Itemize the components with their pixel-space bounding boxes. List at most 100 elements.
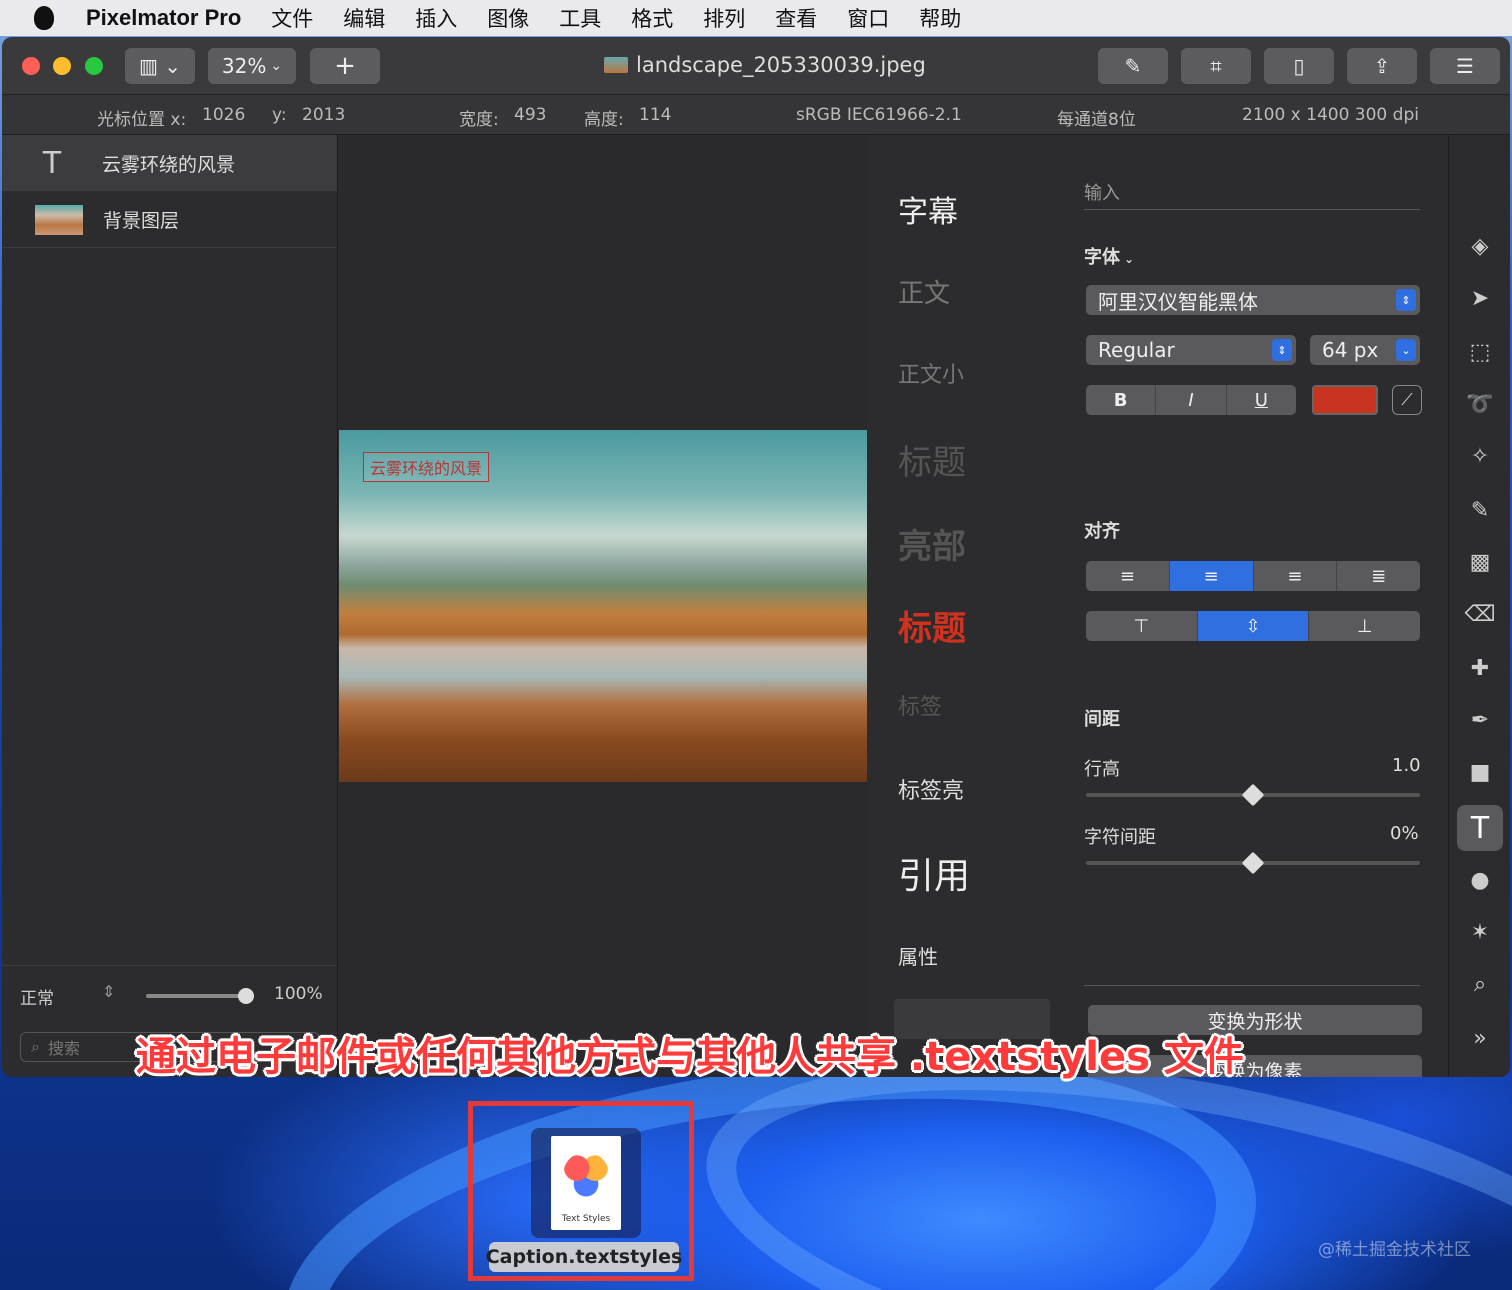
chevron-down-icon: ⌄ <box>270 58 283 74</box>
menu-format[interactable]: 格式 <box>631 3 673 33</box>
font-size-select[interactable]: 64 px ⌄ <box>1310 335 1420 365</box>
font-family-select[interactable]: 阿里汉仪智能黑体 ⇕ <box>1086 285 1420 315</box>
style-subtitle[interactable]: 字幕 <box>898 187 958 231</box>
menu-file[interactable]: 文件 <box>271 3 313 33</box>
bold-button[interactable]: B <box>1086 385 1157 415</box>
canvas-area[interactable]: 云雾环绕的风景 <box>339 135 867 1077</box>
paint-bucket-icon[interactable]: ◈ <box>1465 231 1495 261</box>
line-height-slider-knob[interactable] <box>1241 783 1265 807</box>
brush-icon[interactable]: ✎ <box>1465 495 1495 525</box>
zoom-select[interactable]: 32% ⌄ <box>208 48 296 84</box>
crop-button[interactable]: ⌗ <box>1181 48 1251 84</box>
document-button[interactable]: ▯ <box>1264 48 1334 84</box>
minimize-window-button[interactable] <box>53 57 71 75</box>
menu-view[interactable]: 查看 <box>775 3 817 33</box>
font-section-label[interactable]: 字体 ⌄ <box>1084 243 1134 269</box>
arrow-icon[interactable]: ➤ <box>1465 283 1495 313</box>
line-height-label: 行高 <box>1084 759 1120 780</box>
style-tag[interactable]: 标签 <box>898 689 942 721</box>
text-input-field[interactable]: 输入 <box>1084 179 1120 205</box>
apple-icon[interactable] <box>34 6 54 30</box>
align-justify-button[interactable]: ≣ <box>1337 561 1420 591</box>
text-properties-panel: 输入 字体 ⌄ 阿里汉仪智能黑体 ⇕ Regular ⇕ 64 px ⌄ B I U ⟋… <box>1068 135 1448 1077</box>
effects-icon[interactable]: ✶ <box>1465 917 1495 947</box>
eyedropper-button[interactable]: ⟋ <box>1392 385 1422 415</box>
file-name-label[interactable]: Caption.textstyles <box>486 1242 682 1272</box>
font-style-select[interactable]: Regular ⇕ <box>1086 335 1296 365</box>
underline-button[interactable]: U <box>1227 385 1296 415</box>
stepper-icon[interactable]: ⇕ <box>102 982 115 1001</box>
menu-image[interactable]: 图像 <box>487 3 529 33</box>
char-spacing-slider-knob[interactable] <box>1241 851 1265 875</box>
share-button[interactable]: ⇪ <box>1347 48 1417 84</box>
menu-insert[interactable]: 插入 <box>415 3 457 33</box>
brush-icon: ✎ <box>1124 54 1142 78</box>
color-adjust-icon[interactable]: ● <box>1465 865 1495 895</box>
menu-tools[interactable]: 工具 <box>559 3 601 33</box>
text-styles-logo-icon <box>563 1152 609 1198</box>
style-tag-bright[interactable]: 标签亮 <box>898 773 964 805</box>
align-bottom-button[interactable]: ⊥ <box>1309 611 1420 641</box>
style-body-small[interactable]: 正文小 <box>898 357 964 389</box>
align-center-button[interactable]: ≡ <box>1169 561 1254 591</box>
italic-button[interactable]: I <box>1156 385 1227 415</box>
landscape-image[interactable]: 云雾环绕的风景 <box>339 430 867 782</box>
crop-icon: ⌗ <box>1210 54 1222 78</box>
divider <box>1084 985 1420 986</box>
cursor-x-label: 光标位置 x: <box>97 110 187 130</box>
text-color-well[interactable] <box>1312 385 1378 415</box>
zoom-icon[interactable]: ⌕ <box>1465 969 1495 999</box>
file-preview: Text Styles <box>551 1136 621 1230</box>
style-highlight[interactable]: 亮部 <box>898 519 966 568</box>
menu-help[interactable]: 帮助 <box>919 3 961 33</box>
caption-text-layer[interactable]: 云雾环绕的风景 <box>363 452 490 482</box>
style-attribute[interactable]: 属性 <box>898 941 938 970</box>
opacity-slider-knob[interactable] <box>238 988 254 1004</box>
text-layer-icon: T <box>42 145 62 181</box>
layer-item-background[interactable]: 背景图层 <box>2 192 337 248</box>
style-heading-red[interactable]: 标题 <box>898 601 966 650</box>
layer-item-text[interactable]: T 云雾环绕的风景 <box>2 135 337 191</box>
align-middle-button[interactable]: ⇳ <box>1197 611 1310 641</box>
height-label: 高度: <box>584 110 624 130</box>
shape-icon[interactable]: ■ <box>1465 757 1495 787</box>
sidebar-toggle-button[interactable]: ▥ ⌄ <box>125 48 195 84</box>
align-right-button[interactable]: ≡ <box>1254 561 1338 591</box>
align-center-icon: ≡ <box>1203 565 1219 587</box>
menu-arrange[interactable]: 排列 <box>703 3 745 33</box>
more-icon[interactable]: » <box>1465 1023 1495 1053</box>
style-quote[interactable]: 引用 <box>898 847 970 899</box>
style-body[interactable]: 正文 <box>898 273 950 310</box>
menu-window[interactable]: 窗口 <box>847 3 889 33</box>
chevron-down-icon: ⌄ <box>1124 252 1135 266</box>
align-left-button[interactable]: ≡ <box>1086 561 1170 591</box>
textstyles-file-icon[interactable]: Text Styles <box>531 1128 641 1238</box>
bandage-icon[interactable]: ✚ <box>1465 653 1495 683</box>
char-spacing-value: 0% <box>1390 823 1419 844</box>
adjust-button[interactable]: ☰ <box>1430 48 1500 84</box>
blend-mode-select[interactable]: 正常 <box>20 984 54 1009</box>
zoom-window-button[interactable] <box>85 57 103 75</box>
opacity-slider[interactable] <box>146 994 246 998</box>
lasso-icon[interactable]: ➰ <box>1465 389 1495 419</box>
text-icon[interactable]: T <box>1457 805 1503 851</box>
stepper-icon: ⇕ <box>1272 339 1292 361</box>
format-button[interactable]: ✎ <box>1098 48 1168 84</box>
chevron-down-icon: ⌄ <box>1396 339 1416 361</box>
add-button[interactable]: + <box>310 48 380 84</box>
menu-edit[interactable]: 编辑 <box>343 3 385 33</box>
file-highlight-box: Text Styles Caption.textstyles <box>468 1101 694 1281</box>
gradient-icon[interactable]: ▩ <box>1465 547 1495 577</box>
line-height-value: 1.0 <box>1392 755 1421 776</box>
selection-icon[interactable]: ⬚ <box>1465 337 1495 367</box>
eraser-icon[interactable]: ⌫ <box>1464 599 1495 629</box>
text-styles-list: 字幕 正文 正文小 标题 亮部 标题 标签 标签亮 引用 属性 <box>868 135 1068 1077</box>
stepper-icon: ⇕ <box>1396 289 1416 311</box>
pen-icon[interactable]: ✒ <box>1465 705 1495 735</box>
close-window-button[interactable] <box>22 57 40 75</box>
app-menu[interactable]: Pixelmator Pro <box>86 5 241 31</box>
magic-wand-icon[interactable]: ✧ <box>1465 441 1495 471</box>
style-heading[interactable]: 标题 <box>898 435 966 484</box>
width-value: 493 <box>514 105 547 125</box>
align-top-button[interactable]: ⊤ <box>1086 611 1198 641</box>
